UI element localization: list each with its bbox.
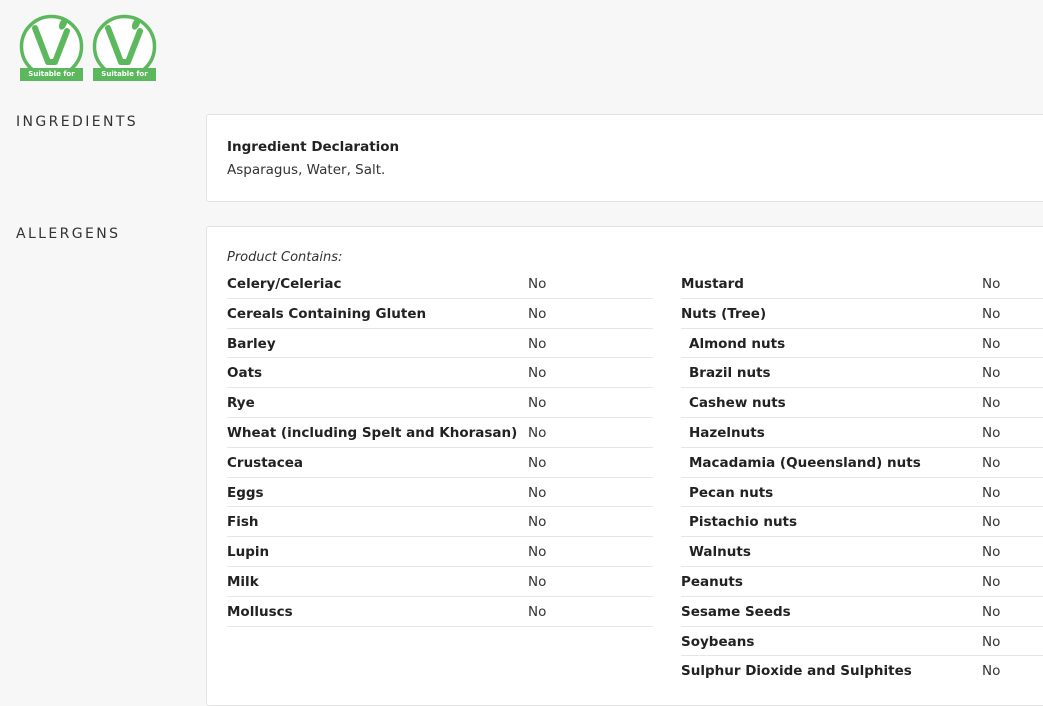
allergen-list-left: Celery/Celeriac No Cereals Containing Glu… — [227, 269, 653, 627]
allergen-value: No — [528, 365, 547, 382]
allergen-name: Macadamia (Queensland) nuts — [689, 454, 921, 471]
allergen-name: Molluscs — [227, 603, 293, 620]
allergen-value: No — [982, 395, 1001, 412]
vegan-badge: Suitable for — [92, 14, 157, 81]
allergen-row: Eggs No — [227, 478, 653, 508]
allergen-value: No — [528, 454, 547, 471]
allergen-row: Lupin No — [227, 537, 653, 567]
ingredient-declaration-title: Ingredient Declaration — [227, 139, 400, 155]
allergen-value: No — [982, 633, 1001, 650]
allergen-name: Cereals Containing Gluten — [227, 305, 427, 322]
allergen-value: No — [982, 276, 1001, 292]
allergen-value: No — [982, 424, 1001, 441]
allergen-name: Wheat (including Spelt and Khorasan) — [227, 424, 518, 441]
allergen-value: No — [528, 335, 547, 352]
allergen-name: Barley — [227, 335, 276, 352]
allergen-name: Cashew nuts — [689, 395, 786, 412]
badge-label: Suitable for — [20, 68, 83, 81]
allergen-value: No — [982, 663, 1001, 680]
allergen-sub-row: Pecan nuts No — [681, 478, 1043, 508]
allergen-name: Celery/Celeriac — [227, 276, 342, 292]
allergen-row: Milk No — [227, 567, 653, 597]
allergen-name: Milk — [227, 573, 259, 590]
allergen-value: No — [982, 335, 1001, 352]
allergen-value: No — [982, 514, 1001, 531]
badge-label: Suitable for — [93, 68, 156, 81]
allergen-value: No — [982, 454, 1001, 471]
allergen-row: Oats No — [227, 358, 653, 389]
allergen-row: Wheat (including Spelt and Khorasan) No — [227, 418, 653, 448]
allergen-name: Eggs — [227, 484, 264, 501]
allergen-name: Mustard — [681, 276, 744, 292]
allergen-list-right: Mustard No Nuts (Tree) No Almond nuts No Br… — [681, 269, 1043, 686]
allergen-name: Nuts (Tree) — [681, 305, 767, 322]
allergen-name: Soybeans — [681, 633, 755, 650]
allergen-row: Fish No — [227, 507, 653, 538]
allergen-value: No — [982, 573, 1001, 590]
allergen-sub-row: Walnuts No — [681, 537, 1043, 567]
allergen-value: No — [528, 395, 547, 412]
allergen-sub-row: Cashew nuts No — [681, 388, 1043, 418]
allergen-name: Brazil nuts — [689, 365, 771, 382]
allergen-row: Cereals Containing Gluten No — [227, 299, 653, 329]
allergen-name: Pecan nuts — [689, 484, 774, 501]
allergen-value: No — [528, 305, 547, 322]
vegetarian-badge: Suitable for — [19, 14, 84, 81]
allergen-value: No — [528, 514, 547, 531]
allergen-value: No — [528, 276, 547, 292]
allergen-row: Nuts (Tree) No — [681, 299, 1043, 329]
allergen-row: Celery/Celeriac No — [227, 269, 653, 299]
allergen-value: No — [528, 424, 547, 441]
allergen-name: Lupin — [227, 544, 270, 561]
allergen-row: Peanuts No — [681, 567, 1043, 597]
ingredients-card: Ingredient Declaration Asparagus, Water,… — [206, 114, 1043, 202]
allergen-row: Mustard No — [681, 269, 1043, 299]
allergen-value: No — [982, 365, 1001, 382]
allergen-name: Rye — [227, 395, 255, 412]
allergen-value: No — [528, 603, 547, 620]
allergen-row: Barley No — [227, 329, 653, 359]
product-contains-label: Product Contains: — [227, 250, 343, 265]
allergen-name: Almond nuts — [689, 335, 786, 352]
allergen-sub-row: Macadamia (Queensland) nuts No — [681, 448, 1043, 478]
allergen-value: No — [982, 603, 1001, 620]
allergen-name: Crustacea — [227, 454, 304, 471]
allergen-row: Soybeans No — [681, 627, 1043, 657]
allergen-value: No — [528, 544, 547, 561]
allergen-value: No — [982, 305, 1001, 322]
allergen-value: No — [528, 573, 547, 590]
allergen-name: Oats — [227, 365, 263, 382]
allergen-row: Molluscs No — [227, 597, 653, 627]
allergens-section-label: ALLERGENS — [16, 226, 121, 242]
allergen-sub-row: Pistachio nuts No — [681, 507, 1043, 538]
allergen-name: Pistachio nuts — [689, 514, 798, 531]
allergen-row: Crustacea No — [227, 448, 653, 478]
allergen-sub-row: Brazil nuts No — [681, 358, 1043, 389]
allergen-row: Sulphur Dioxide and Sulphites No — [681, 656, 1043, 686]
allergen-name: Hazelnuts — [689, 424, 765, 441]
allergen-value: No — [982, 544, 1001, 561]
allergen-name: Sulphur Dioxide and Sulphites — [681, 663, 912, 680]
suitability-badges: Suitable for Suitable for — [19, 14, 157, 81]
allergen-name: Fish — [227, 514, 259, 531]
ingredient-declaration-text: Asparagus, Water, Salt. — [227, 162, 386, 178]
allergen-row: Sesame Seeds No — [681, 597, 1043, 627]
allergen-name: Peanuts — [681, 573, 743, 590]
allergen-value: No — [528, 484, 547, 501]
allergen-sub-row: Hazelnuts No — [681, 418, 1043, 448]
allergen-row: Rye No — [227, 388, 653, 418]
allergen-name: Walnuts — [689, 544, 751, 561]
allergen-name: Sesame Seeds — [681, 603, 791, 620]
ingredients-section-label: INGREDIENTS — [16, 114, 139, 130]
allergen-value: No — [982, 484, 1001, 501]
allergens-card: Product Contains: Celery/Celeriac No Cere… — [206, 226, 1043, 706]
allergen-sub-row: Almond nuts No — [681, 329, 1043, 359]
